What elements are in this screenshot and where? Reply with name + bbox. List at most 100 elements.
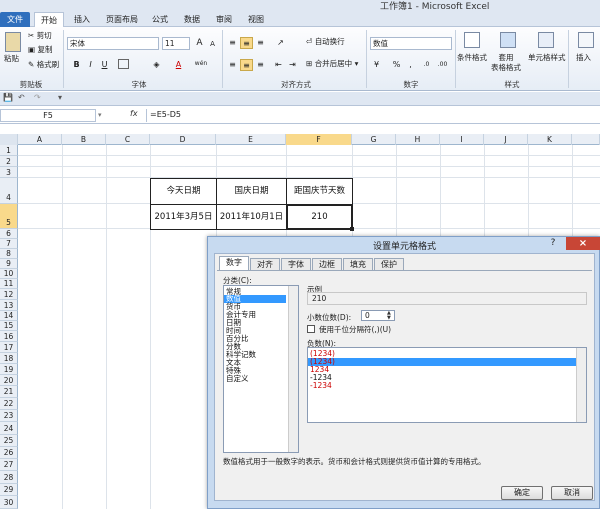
negative-option[interactable]: -1234 — [310, 382, 332, 390]
grow-font-button[interactable]: A — [193, 37, 206, 49]
row-header-14[interactable]: 14 — [0, 311, 18, 321]
name-box[interactable]: F5 — [0, 109, 96, 122]
comma-button[interactable]: , — [404, 59, 417, 71]
row-header-30[interactable]: 30 — [0, 496, 18, 509]
category-list[interactable]: 常规 数值 货币 会计专用 日期 时间 百分比 分数 科学记数 文本 特殊 自定… — [223, 285, 299, 453]
row-header-10[interactable]: 10 — [0, 269, 18, 279]
row-header-7[interactable]: 7 — [0, 239, 18, 249]
name-box-dropdown-icon[interactable]: ▾ — [98, 111, 102, 119]
row-header-26[interactable]: 26 — [0, 447, 18, 459]
cell-f5-selected[interactable]: 210 — [286, 204, 353, 230]
increase-decimal-icon[interactable]: .0 — [420, 59, 433, 71]
phonetic-button[interactable]: wén — [192, 58, 210, 70]
column-header-b[interactable]: B — [62, 134, 106, 145]
category-scrollbar[interactable] — [288, 286, 298, 452]
font-name-select[interactable]: 宋体 — [67, 37, 159, 50]
row-header-6[interactable]: 6 — [0, 229, 18, 239]
italic-button[interactable]: I — [84, 59, 97, 71]
row-header-5[interactable]: 5 — [0, 204, 18, 229]
row-header-27[interactable]: 27 — [0, 459, 18, 471]
copy-button[interactable]: ▣ 复制 — [28, 45, 52, 55]
insert-function-button[interactable]: fx — [130, 109, 138, 118]
wrap-text-button[interactable]: ⏎ 自动换行 — [306, 37, 345, 47]
insert-cells-button[interactable]: 插入 — [576, 53, 591, 63]
column-header-i[interactable]: I — [440, 134, 484, 145]
column-header-h[interactable]: H — [396, 134, 440, 145]
tab-protection[interactable]: 保护 — [374, 258, 404, 270]
cancel-button[interactable]: 取消 — [551, 486, 593, 500]
column-header-d[interactable]: D — [150, 134, 216, 145]
conditional-format-button[interactable]: 条件格式 — [457, 53, 487, 63]
category-item-custom[interactable]: 自定义 — [226, 375, 249, 383]
cell-e4[interactable]: 国庆日期 — [216, 178, 287, 205]
paste-button[interactable]: 粘贴 — [4, 54, 19, 64]
fill-color-icon[interactable]: ◈ — [150, 59, 163, 71]
table-format-button[interactable]: 套用 表格格式 — [491, 53, 521, 73]
shrink-font-button[interactable]: A — [206, 38, 219, 50]
align-top-icon[interactable]: ≡ — [226, 37, 239, 49]
row-header-29[interactable]: 29 — [0, 484, 18, 496]
tab-view[interactable]: 视图 — [242, 12, 270, 27]
tab-data[interactable]: 数据 — [178, 12, 206, 27]
row-header-25[interactable]: 25 — [0, 435, 18, 447]
row-header-24[interactable]: 24 — [0, 422, 18, 435]
cell-e5[interactable]: 2011年10月1日 — [216, 204, 287, 230]
cell-styles-button[interactable]: 单元格样式 — [528, 53, 566, 63]
percent-button[interactable]: % — [390, 59, 403, 71]
row-header-22[interactable]: 22 — [0, 398, 18, 410]
row-header-9[interactable]: 9 — [0, 259, 18, 269]
column-header-a[interactable]: A — [18, 134, 62, 145]
column-header-k[interactable]: K — [528, 134, 572, 145]
row-header-16[interactable]: 16 — [0, 331, 18, 342]
decrease-decimal-icon[interactable]: .00 — [436, 59, 449, 71]
cut-button[interactable]: ✂ 剪切 — [28, 31, 52, 41]
font-color-button[interactable]: A — [172, 59, 185, 71]
align-right-icon[interactable]: ≡ — [254, 59, 267, 71]
tab-formulas[interactable]: 公式 — [146, 12, 174, 27]
undo-icon[interactable]: ↶ — [18, 93, 25, 102]
paste-icon[interactable] — [5, 32, 21, 52]
row-header-17[interactable]: 17 — [0, 342, 18, 353]
tab-number[interactable]: 数字 — [219, 256, 249, 270]
align-middle-icon[interactable]: ≡ — [240, 37, 253, 49]
help-button[interactable]: ? — [544, 237, 562, 250]
close-button[interactable]: × — [566, 237, 600, 250]
conditional-format-icon[interactable] — [464, 32, 480, 48]
row-header-8[interactable]: 8 — [0, 249, 18, 259]
cell-d5[interactable]: 2011年3月5日 — [150, 204, 217, 230]
row-header-4[interactable]: 4 — [0, 178, 18, 204]
row-header-19[interactable]: 19 — [0, 364, 18, 375]
ok-button[interactable]: 确定 — [501, 486, 543, 500]
align-bottom-icon[interactable]: ≡ — [254, 37, 267, 49]
cell-d4[interactable]: 今天日期 — [150, 178, 217, 205]
negative-option-selected[interactable]: (1234) — [308, 358, 576, 366]
save-icon[interactable]: 💾 — [3, 93, 13, 102]
redo-icon[interactable]: ↷ — [34, 93, 41, 102]
tab-border[interactable]: 边框 — [312, 258, 342, 270]
increase-indent-icon[interactable]: ⇥ — [286, 59, 299, 71]
row-header-18[interactable]: 18 — [0, 353, 18, 364]
font-size-select[interactable]: 11 — [162, 37, 190, 50]
cell-styles-icon[interactable] — [538, 32, 554, 48]
orientation-icon[interactable]: ↗ — [274, 37, 287, 49]
align-left-icon[interactable]: ≡ — [226, 59, 239, 71]
row-header-1[interactable]: 1 — [0, 145, 18, 156]
decrease-indent-icon[interactable]: ⇤ — [272, 59, 285, 71]
row-header-13[interactable]: 13 — [0, 300, 18, 311]
align-center-icon[interactable]: ≡ — [240, 59, 253, 71]
column-header-c[interactable]: C — [106, 134, 150, 145]
merge-center-button[interactable]: ⊞ 合并后居中 ▾ — [306, 59, 358, 69]
underline-button[interactable]: U — [98, 59, 111, 71]
currency-icon[interactable]: ¥ — [370, 59, 383, 71]
tab-page-layout[interactable]: 页面布局 — [101, 12, 143, 27]
customize-qat-icon[interactable]: ▾ — [58, 93, 62, 102]
negative-scrollbar[interactable] — [576, 348, 586, 422]
row-header-20[interactable]: 20 — [0, 375, 18, 386]
row-header-15[interactable]: 15 — [0, 321, 18, 331]
formula-input[interactable]: =E5-D5 — [146, 109, 600, 122]
column-header-e[interactable]: E — [216, 134, 286, 145]
stepper-arrows-icon[interactable]: ▲ ▼ — [387, 311, 391, 321]
bold-button[interactable]: B — [70, 59, 83, 71]
tab-alignment[interactable]: 对齐 — [250, 258, 280, 270]
tab-font[interactable]: 字体 — [281, 258, 311, 270]
